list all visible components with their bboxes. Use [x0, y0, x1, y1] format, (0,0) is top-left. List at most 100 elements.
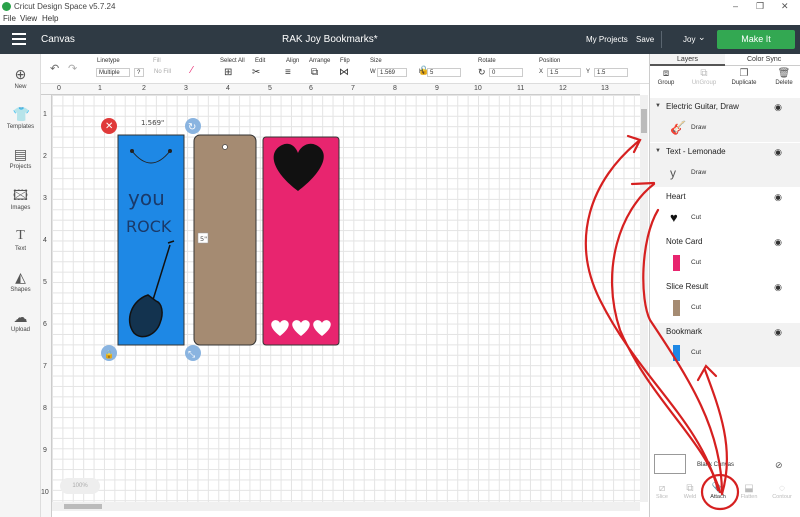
duplicate-button[interactable]: ❐ Duplicate: [726, 68, 762, 86]
bookmark-swatch: [673, 345, 680, 361]
heart-thumb-icon: ♥: [670, 210, 678, 225]
group-button[interactable]: ⧈ Group: [648, 68, 684, 86]
ruler-num: 11: [517, 85, 525, 92]
edit-label: Edit: [255, 58, 266, 64]
trash-icon: 🗑: [777, 68, 791, 79]
slice-button[interactable]: ⧄ Slice: [647, 483, 677, 500]
app-header: Canvas RAK Joy Bookmarks* My Projects Sa…: [0, 25, 800, 54]
ruler-num: 2: [43, 153, 47, 160]
pen-icon[interactable]: ⁄: [191, 65, 193, 76]
align-icon[interactable]: ≡: [285, 67, 291, 78]
chevron-down-icon[interactable]: ⌄: [698, 32, 706, 43]
my-projects-link[interactable]: My Projects: [586, 35, 628, 44]
weld-button[interactable]: ⧉ Weld: [675, 483, 705, 500]
height-input[interactable]: 5: [427, 68, 461, 77]
eye-icon[interactable]: ◉: [774, 147, 782, 158]
paperclip-icon: 📎: [711, 483, 725, 494]
vertical-scrollbar[interactable]: [640, 95, 648, 502]
nav-new[interactable]: ⊕ New: [0, 66, 41, 90]
note-card-swatch: [673, 255, 680, 271]
guitar-thumb-icon: 🎸: [670, 120, 687, 135]
layer-row[interactable]: ▼ Text - Lemonade ◉ y Draw: [650, 143, 800, 188]
nav-text[interactable]: T Text: [0, 228, 41, 252]
blank-canvas-swatch[interactable]: [654, 454, 686, 474]
close-icon[interactable]: ✕: [781, 1, 789, 12]
arrange-icon[interactable]: ⧉: [311, 67, 318, 78]
layer-row[interactable]: Heart ◉ ♥ Cut: [650, 188, 800, 233]
ruler-num: 4: [226, 85, 230, 92]
menu-help[interactable]: Help: [42, 14, 58, 23]
ruler-num: 4: [43, 237, 47, 244]
eye-icon[interactable]: ◉: [774, 192, 782, 203]
width-input[interactable]: 1.569: [377, 68, 407, 77]
menu-file[interactable]: File: [3, 14, 16, 23]
ruler-num: 2: [142, 85, 146, 92]
eye-hidden-icon[interactable]: ⊘: [775, 460, 783, 471]
make-it-button[interactable]: Make It: [717, 30, 795, 49]
nav-images[interactable]: 🖾 Images: [0, 187, 41, 211]
ruler-num: 6: [43, 321, 47, 328]
height-label: H: [419, 69, 424, 75]
eye-icon[interactable]: ◉: [774, 327, 782, 338]
nav-shapes[interactable]: ◭ Shapes: [0, 269, 41, 293]
design-canvas[interactable]: you ROCK ✕ ↻ 🔒 ⤡ 1.569" 5": [52, 95, 640, 502]
nav-templates[interactable]: 👕 Templates: [0, 106, 41, 130]
flip-icon[interactable]: ⋈: [339, 67, 349, 78]
flip-label: Flip: [340, 58, 350, 64]
scroll-thumb[interactable]: [641, 109, 647, 133]
ruler-num: 13: [601, 85, 609, 92]
flatten-button[interactable]: ⬓ Flatten: [734, 483, 764, 500]
y-label: Y: [586, 69, 591, 75]
text-you: you: [128, 186, 165, 210]
layer-row[interactable]: Note Card ◉ Cut: [650, 233, 800, 278]
select-all-icon[interactable]: ⊞: [224, 67, 232, 78]
fill-select[interactable]: No Fill: [154, 69, 171, 75]
nav-projects[interactable]: ▤ Projects: [0, 146, 41, 170]
caret-down-icon[interactable]: ▼: [655, 103, 661, 109]
edit-scissors-icon[interactable]: ✂: [252, 67, 260, 78]
eye-icon[interactable]: ◉: [774, 102, 782, 113]
undo-icon[interactable]: ↶: [50, 62, 59, 75]
fill-label: Fill: [153, 58, 161, 64]
scroll-thumb[interactable]: [64, 504, 102, 509]
ruler-num: 12: [559, 85, 567, 92]
linetype-color-swatch[interactable]: ?: [134, 68, 144, 77]
maximize-icon[interactable]: ❐: [756, 1, 764, 12]
canvas-label: Canvas: [41, 34, 75, 45]
tab-layers[interactable]: Layers: [677, 56, 698, 63]
ruler-num: 5: [268, 85, 272, 92]
tab-color-sync[interactable]: Color Sync: [747, 56, 781, 63]
attach-button[interactable]: 📎 Attach: [703, 483, 733, 500]
layer-row[interactable]: Bookmark ◉ Cut: [650, 323, 800, 368]
minimize-icon[interactable]: –: [733, 1, 738, 11]
user-menu[interactable]: Joy: [683, 35, 695, 44]
save-link[interactable]: Save: [636, 35, 654, 44]
rotate-icon[interactable]: ↻: [478, 67, 486, 78]
image-icon: 🖾: [12, 187, 29, 203]
y-position-input[interactable]: 1.5: [594, 68, 628, 77]
upload-cloud-icon: ☁: [13, 309, 28, 325]
layer-row[interactable]: ▼ Electric Guitar, Draw ◉ 🎸 Draw: [650, 98, 800, 143]
ungroup-button[interactable]: ⧉ UnGroup: [686, 68, 722, 86]
zoom-level: 100%: [72, 483, 88, 489]
eye-icon[interactable]: ◉: [774, 237, 782, 248]
layer-row[interactable]: Slice Result ◉ Cut: [650, 278, 800, 323]
ruler-left: 1 2 3 4 5 6 7 8 9 10: [41, 95, 52, 517]
caret-down-icon[interactable]: ▼: [655, 148, 661, 154]
zoom-control[interactable]: 100%: [60, 478, 100, 494]
rotate-input[interactable]: 0: [489, 68, 523, 77]
linetype-select[interactable]: Multiple: [96, 68, 130, 77]
x-position-input[interactable]: 1.5: [547, 68, 581, 77]
nav-upload[interactable]: ☁ Upload: [0, 309, 41, 333]
redo-icon[interactable]: ↷: [68, 62, 77, 75]
edit-toolbar: ↶ ↷ Linetype Multiple ? Fill No Fill ⁄ S…: [41, 54, 649, 84]
ruler-num: 10: [41, 489, 49, 496]
contour-button[interactable]: ◌ Contour: [767, 483, 797, 500]
delete-button[interactable]: 🗑 Delete: [766, 68, 800, 86]
text-t-icon: T: [16, 228, 25, 243]
hamburger-menu-icon[interactable]: [12, 33, 26, 45]
plus-circle-icon: ⊕: [14, 66, 27, 82]
eye-icon[interactable]: ◉: [774, 282, 782, 293]
menu-view[interactable]: View: [20, 14, 37, 23]
horizontal-scrollbar[interactable]: [52, 502, 640, 511]
